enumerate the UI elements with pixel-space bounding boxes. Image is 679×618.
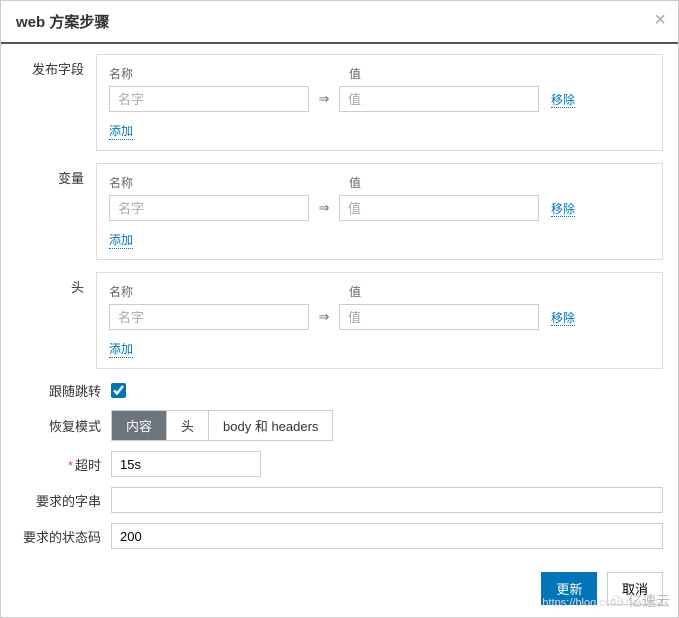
section-headers: 头 名称 值 ⇒ 移除 添加 [16, 272, 663, 369]
retrieve-mode-group: 内容 头 body 和 headers [111, 410, 333, 441]
retrieve-mode-headers[interactable]: 头 [167, 411, 209, 440]
section-label-variables: 变量 [16, 163, 96, 260]
header-name-input[interactable] [109, 304, 309, 330]
col-value-header: 值 [349, 174, 650, 191]
row-follow-redirect: 跟随跳转 [16, 381, 663, 400]
retrieve-mode-both[interactable]: body 和 headers [209, 411, 332, 440]
post-field-value-input[interactable] [339, 86, 539, 112]
modal-body: 发布字段 名称 值 ⇒ 移除 添加 变量 [1, 44, 678, 564]
kv-header: 名称 值 [109, 65, 650, 82]
col-value-header: 值 [349, 65, 650, 82]
modal-title: web 方案步骤 [16, 14, 109, 31]
label-required-string: 要求的字串 [16, 491, 111, 510]
section-variables: 变量 名称 值 ⇒ 移除 添加 [16, 163, 663, 260]
required-string-input[interactable] [111, 487, 663, 513]
post-fields-box: 名称 值 ⇒ 移除 添加 [96, 54, 663, 151]
follow-redirect-checkbox[interactable] [111, 383, 126, 398]
col-name-header: 名称 [109, 174, 319, 191]
post-field-name-input[interactable] [109, 86, 309, 112]
variable-value-input[interactable] [339, 195, 539, 221]
kv-header: 名称 值 [109, 283, 650, 300]
remove-button[interactable]: 移除 [551, 93, 575, 108]
col-name-header: 名称 [109, 65, 319, 82]
kv-header: 名称 值 [109, 174, 650, 191]
arrow-icon: ⇒ [309, 91, 339, 107]
retrieve-mode-content[interactable]: 内容 [112, 411, 167, 440]
cancel-button[interactable]: 取消 [607, 572, 663, 605]
add-button[interactable]: 添加 [109, 122, 133, 140]
row-timeout: *超时 [16, 451, 663, 477]
add-button[interactable]: 添加 [109, 231, 133, 249]
row-status-codes: 要求的状态码 [16, 523, 663, 549]
kv-row: ⇒ 移除 [109, 86, 650, 112]
label-timeout: *超时 [16, 455, 111, 474]
section-label-headers: 头 [16, 272, 96, 369]
variable-name-input[interactable] [109, 195, 309, 221]
col-value-header: 值 [349, 283, 650, 300]
label-follow-redirect: 跟随跳转 [16, 381, 111, 400]
close-icon[interactable]: × [654, 9, 666, 32]
label-retrieve-mode: 恢复模式 [16, 416, 111, 435]
variables-box: 名称 值 ⇒ 移除 添加 [96, 163, 663, 260]
timeout-input[interactable] [111, 451, 261, 477]
status-codes-input[interactable] [111, 523, 663, 549]
add-button[interactable]: 添加 [109, 340, 133, 358]
row-retrieve-mode: 恢复模式 内容 头 body 和 headers [16, 410, 663, 441]
header-value-input[interactable] [339, 304, 539, 330]
kv-row: ⇒ 移除 [109, 304, 650, 330]
modal-header: web 方案步骤 × [1, 1, 678, 44]
section-label-post-fields: 发布字段 [16, 54, 96, 151]
modal-footer: 更新 取消 [1, 564, 678, 617]
headers-box: 名称 值 ⇒ 移除 添加 [96, 272, 663, 369]
section-post-fields: 发布字段 名称 值 ⇒ 移除 添加 [16, 54, 663, 151]
col-name-header: 名称 [109, 283, 319, 300]
modal: web 方案步骤 × 发布字段 名称 值 ⇒ 移除 添加 [0, 0, 679, 618]
arrow-icon: ⇒ [309, 309, 339, 325]
arrow-icon: ⇒ [309, 200, 339, 216]
row-required-string: 要求的字串 [16, 487, 663, 513]
label-status-codes: 要求的状态码 [16, 527, 111, 546]
update-button[interactable]: 更新 [541, 572, 597, 605]
kv-row: ⇒ 移除 [109, 195, 650, 221]
remove-button[interactable]: 移除 [551, 311, 575, 326]
remove-button[interactable]: 移除 [551, 202, 575, 217]
